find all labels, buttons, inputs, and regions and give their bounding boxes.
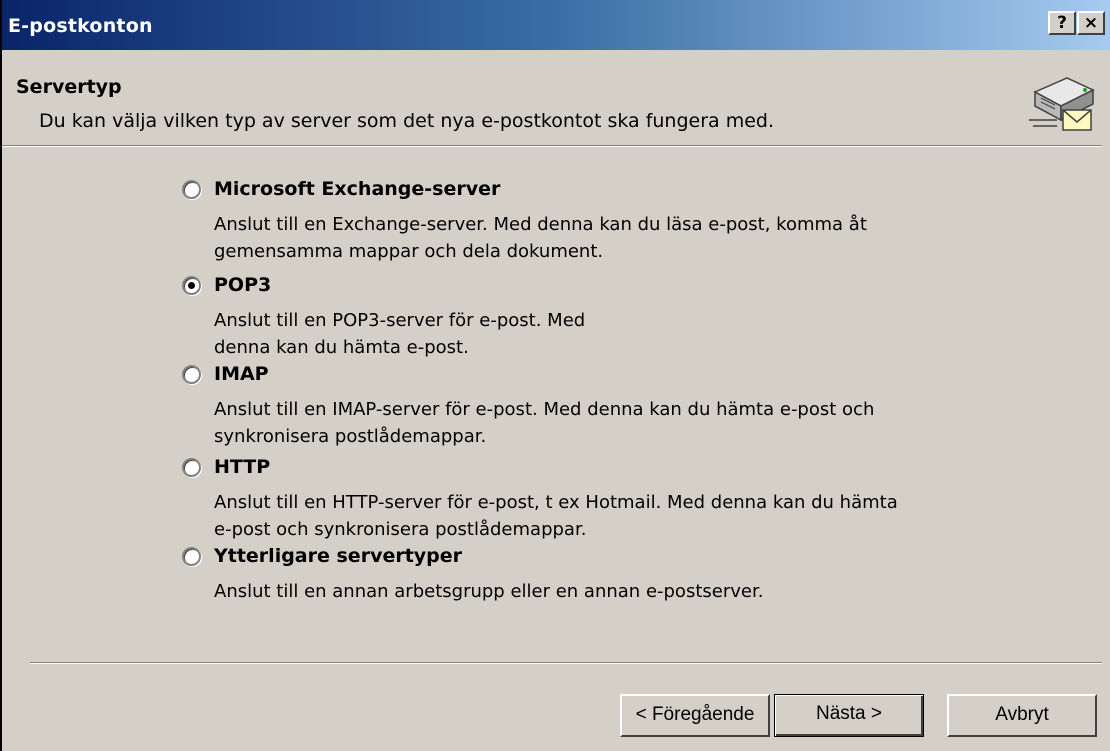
header-title: Servertyp xyxy=(16,76,122,98)
next-button[interactable]: Nästa > xyxy=(774,694,924,737)
help-button[interactable]: ? xyxy=(1048,11,1076,35)
radio-selected-dot xyxy=(188,282,195,289)
option-label: Microsoft Exchange-server xyxy=(214,178,501,200)
option-label: POP3 xyxy=(214,274,272,296)
radio-other-servers[interactable] xyxy=(182,547,201,566)
close-button[interactable]: × xyxy=(1077,11,1105,35)
option-description: Anslut till en HTTP-server för e-post, t… xyxy=(214,492,898,540)
mail-server-icon xyxy=(1029,77,1095,131)
title-bar[interactable]: E-postkonton ? × xyxy=(2,0,1110,50)
radio-http[interactable] xyxy=(182,458,201,477)
back-button[interactable]: < Föregående xyxy=(620,694,770,737)
radio-pop3[interactable] xyxy=(182,276,201,295)
option-description: Anslut till en Exchange-server. Med denn… xyxy=(214,214,867,262)
option-description: Anslut till en annan arbetsgrupp eller e… xyxy=(214,581,764,602)
window-title: E-postkonton xyxy=(8,15,153,37)
radio-exchange[interactable] xyxy=(182,180,201,199)
option-label: HTTP xyxy=(214,456,271,478)
option-description: Anslut till en IMAP-server för e-post. M… xyxy=(214,399,875,447)
option-description: Anslut till en POP3-server för e-post. M… xyxy=(214,310,586,358)
option-label: Ytterligare servertyper xyxy=(214,545,463,567)
radio-imap[interactable] xyxy=(182,365,201,384)
cancel-button[interactable]: Avbryt xyxy=(947,694,1097,737)
footer-divider xyxy=(30,662,1102,664)
header-description: Du kan välja vilken typ av server som de… xyxy=(39,110,775,132)
dialog-window: E-postkonton ? × Servertyp Du kan välja … xyxy=(0,0,1110,751)
header-divider xyxy=(2,145,1102,147)
option-label: IMAP xyxy=(214,363,269,385)
